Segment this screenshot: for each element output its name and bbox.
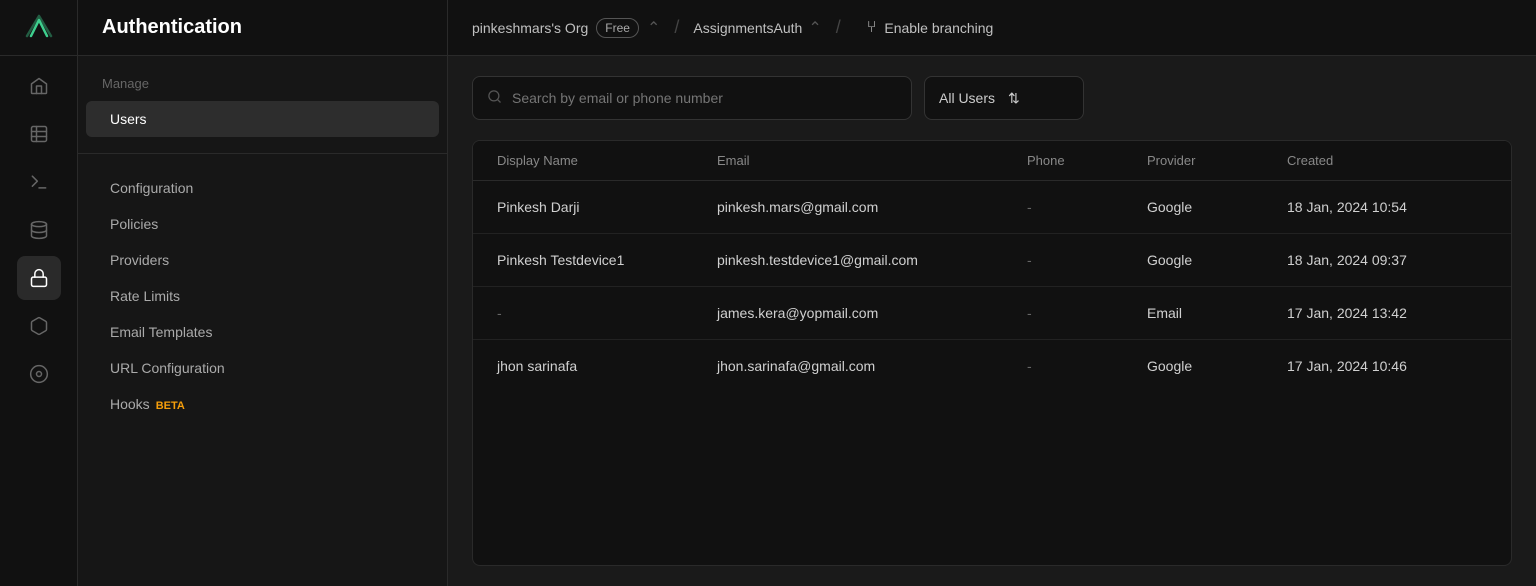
cell-email: pinkesh.testdevice1@gmail.com: [717, 252, 1027, 268]
cell-display-name: -: [497, 305, 717, 321]
filter-chevron-icon: ⇅: [1008, 90, 1069, 107]
col-created: Created: [1287, 153, 1487, 168]
breadcrumb-org[interactable]: pinkeshmars's Org Free ⌃: [472, 18, 660, 38]
org-name: pinkeshmars's Org: [472, 20, 588, 36]
sidebar-icon-auth[interactable]: [17, 256, 61, 300]
branching-icon: ⑂: [867, 19, 877, 37]
filter-label: All Users: [939, 90, 1000, 106]
sidebar-item-url-configuration[interactable]: URL Configuration: [86, 350, 439, 386]
text-sidebar: Manage Users Configuration Policies Prov…: [78, 56, 448, 586]
enable-branching-label: Enable branching: [884, 20, 993, 36]
sidebar-icon-home[interactable]: [17, 64, 61, 108]
logo-area: [0, 0, 78, 55]
cell-email: james.kera@yopmail.com: [717, 305, 1027, 321]
search-input[interactable]: [512, 90, 897, 106]
content-area: All Users ⇅ Display Name Email Phone Pro…: [448, 56, 1536, 586]
search-filter-bar: All Users ⇅: [472, 76, 1512, 120]
sidebar-item-providers[interactable]: Providers: [86, 242, 439, 278]
col-email: Email: [717, 153, 1027, 168]
main-layout: Manage Users Configuration Policies Prov…: [0, 56, 1536, 586]
col-provider: Provider: [1147, 153, 1287, 168]
sidebar-item-email-templates[interactable]: Email Templates: [86, 314, 439, 350]
sidebar-item-rate-limits[interactable]: Rate Limits: [86, 278, 439, 314]
cell-created: 17 Jan, 2024 13:42: [1287, 305, 1487, 321]
cell-created: 17 Jan, 2024 10:46: [1287, 358, 1487, 374]
app-title: Authentication: [102, 16, 242, 39]
sidebar-icon-storage[interactable]: [17, 304, 61, 348]
sidebar-icon-terminal[interactable]: [17, 160, 61, 204]
sidebar-divider: [78, 153, 447, 154]
manage-section-label: Manage: [78, 76, 447, 101]
table-row[interactable]: jhon sarinafa jhon.sarinafa@gmail.com - …: [473, 340, 1511, 392]
breadcrumb-separator-2: /: [836, 17, 841, 38]
top-header: Authentication pinkeshmars's Org Free ⌃ …: [0, 0, 1536, 56]
sidebar-item-users[interactable]: Users: [86, 101, 439, 137]
brand-logo: [23, 12, 55, 44]
org-chevron-icon: ⌃: [647, 18, 660, 38]
cell-provider: Google: [1147, 199, 1287, 215]
sidebar-icon-table[interactable]: [17, 112, 61, 156]
cell-phone: -: [1027, 252, 1147, 268]
cell-email: pinkesh.mars@gmail.com: [717, 199, 1027, 215]
breadcrumb-project[interactable]: AssignmentsAuth ⌃: [693, 18, 821, 38]
icon-sidebar: [0, 56, 78, 586]
table-header: Display Name Email Phone Provider Create…: [473, 141, 1511, 181]
sidebar-icon-monitoring[interactable]: [17, 352, 61, 396]
all-users-filter[interactable]: All Users ⇅: [924, 76, 1084, 120]
breadcrumb-area: pinkeshmars's Org Free ⌃ / AssignmentsAu…: [448, 0, 1536, 55]
cell-phone: -: [1027, 358, 1147, 374]
search-input-wrapper[interactable]: [472, 76, 912, 120]
cell-provider: Google: [1147, 252, 1287, 268]
cell-created: 18 Jan, 2024 09:37: [1287, 252, 1487, 268]
free-badge: Free: [596, 18, 639, 38]
sidebar-item-policies[interactable]: Policies: [86, 206, 439, 242]
users-table: Display Name Email Phone Provider Create…: [472, 140, 1512, 566]
cell-phone: -: [1027, 305, 1147, 321]
cell-display-name: Pinkesh Testdevice1: [497, 252, 717, 268]
cell-display-name: Pinkesh Darji: [497, 199, 717, 215]
col-display-name: Display Name: [497, 153, 717, 168]
cell-created: 18 Jan, 2024 10:54: [1287, 199, 1487, 215]
sidebar-item-hooks[interactable]: HooksBETA: [86, 386, 439, 422]
cell-provider: Google: [1147, 358, 1287, 374]
app-title-area: Authentication: [78, 0, 448, 55]
sidebar-item-configuration[interactable]: Configuration: [86, 170, 439, 206]
cell-provider: Email: [1147, 305, 1287, 321]
search-icon: [487, 89, 502, 108]
project-chevron-icon: ⌃: [808, 18, 821, 38]
sidebar-icon-database[interactable]: [17, 208, 61, 252]
cell-display-name: jhon sarinafa: [497, 358, 717, 374]
table-row[interactable]: Pinkesh Darji pinkesh.mars@gmail.com - G…: [473, 181, 1511, 234]
enable-branching-button[interactable]: ⑂ Enable branching: [855, 13, 1006, 43]
col-phone: Phone: [1027, 153, 1147, 168]
table-row[interactable]: Pinkesh Testdevice1 pinkesh.testdevice1@…: [473, 234, 1511, 287]
beta-badge: BETA: [156, 400, 185, 412]
cell-phone: -: [1027, 199, 1147, 215]
breadcrumb-separator-1: /: [674, 17, 679, 38]
table-row[interactable]: - james.kera@yopmail.com - Email 17 Jan,…: [473, 287, 1511, 340]
cell-email: jhon.sarinafa@gmail.com: [717, 358, 1027, 374]
project-name: AssignmentsAuth: [693, 20, 802, 36]
